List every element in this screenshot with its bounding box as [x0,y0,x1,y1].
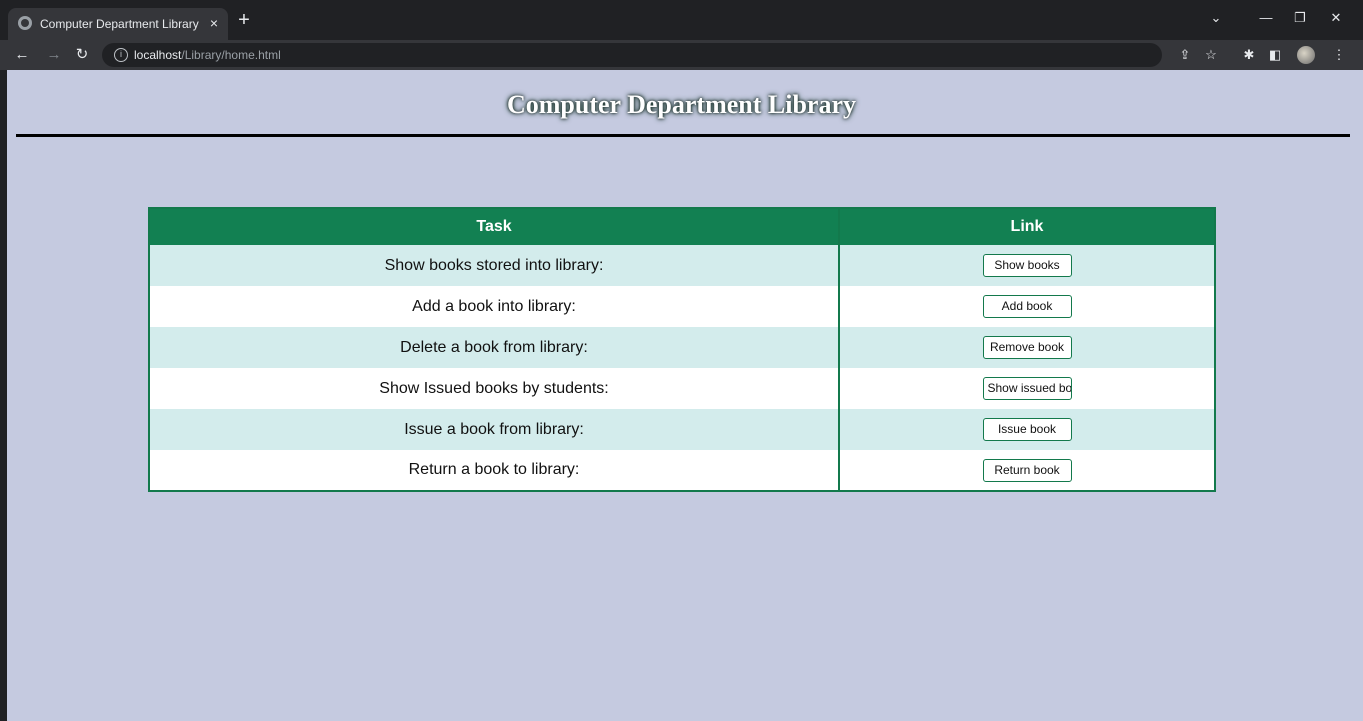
link-cell: Show books [839,245,1215,286]
link-cell: Remove book [839,327,1215,368]
issue-book-button[interactable]: Issue book [982,418,1072,441]
table-row: Show Issued books by students: Show issu… [149,368,1215,409]
link-cell: Add book [839,286,1215,327]
return-book-button[interactable]: Return book [982,458,1072,482]
table-row: Add a book into library: Add book [149,286,1215,327]
add-book-button[interactable]: Add book [982,295,1072,318]
reload-icon[interactable]: ↻ [72,45,92,65]
new-tab-button[interactable]: + [236,10,252,30]
show-books-button[interactable]: Show books [982,254,1072,277]
tab-search-chevron-icon[interactable]: ⌄ [1206,10,1226,26]
page-viewport: Computer Department Library Task Link Sh… [7,70,1363,721]
task-cell: Return a book to library: [149,450,840,491]
browser-tab[interactable]: Computer Department Library × [8,8,228,40]
profile-avatar[interactable] [1297,46,1315,64]
restore-button[interactable]: ❐ [1290,10,1310,26]
address-url: localhost/Library/home.html [134,48,281,62]
page-title: Computer Department Library [506,90,857,119]
task-cell: Delete a book from library: [149,327,840,368]
title-divider [16,134,1350,137]
table-row: Issue a book from library: Issue book [149,409,1215,450]
browser-toolbar: ← → ↻ i localhost/Library/home.html ⇪ ☆ … [0,40,1363,70]
close-window-button[interactable]: ✕ [1326,10,1346,26]
tab-close-icon[interactable]: × [206,14,222,32]
table-row: Show books stored into library: Show boo… [149,245,1215,286]
task-cell: Issue a book from library: [149,409,840,450]
browser-tabbar: Computer Department Library × + ⌄ — ❐ ✕ [0,0,1363,40]
table-row: Delete a book from library: Remove book [149,327,1215,368]
address-bar[interactable]: i localhost/Library/home.html [102,43,1162,67]
link-cell: Show issued books [839,368,1215,409]
extensions-icon[interactable]: ✱ [1240,46,1258,64]
side-panel-icon[interactable]: ◧ [1266,46,1284,64]
link-cell: Return book [839,450,1215,491]
task-cell: Show Issued books by students: [149,368,840,409]
forward-arrow-icon[interactable]: → [44,45,64,65]
task-cell: Show books stored into library: [149,245,840,286]
back-arrow-icon[interactable]: ← [12,45,32,65]
globe-icon [18,16,32,30]
share-icon[interactable]: ⇪ [1176,46,1194,64]
link-column-header: Link [1010,218,1044,235]
task-cell: Add a book into library: [149,286,840,327]
show-issued-books-button[interactable]: Show issued books [982,377,1072,400]
remove-book-button[interactable]: Remove book [982,336,1072,359]
minimize-button[interactable]: — [1256,10,1276,25]
table-header-row: Task Link [149,208,1215,245]
tab-title: Computer Department Library [40,17,199,31]
link-cell: Issue book [839,409,1215,450]
menu-dots-icon[interactable]: ⋮ [1330,46,1348,64]
star-icon[interactable]: ☆ [1202,46,1220,64]
task-column-header: Task [149,208,840,245]
tasks-table: Task Link Show books stored into library… [148,207,1216,492]
info-icon[interactable]: i [114,48,128,62]
table-row: Return a book to library: Return book [149,450,1215,491]
